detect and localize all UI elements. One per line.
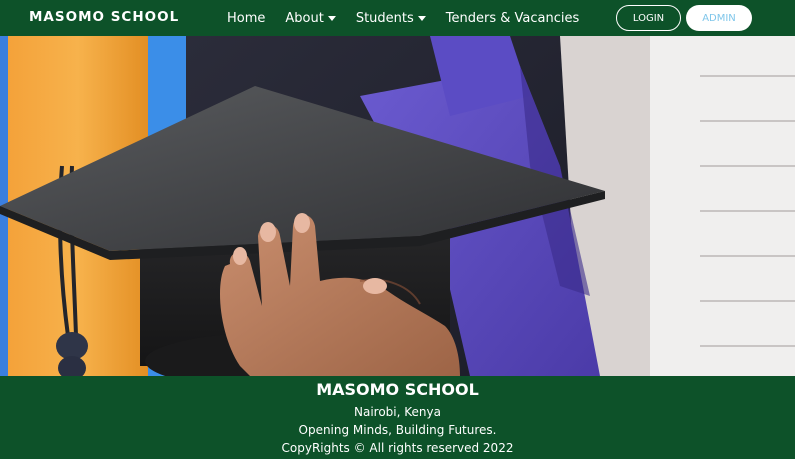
footer-copyright: CopyRights © All rights reserved 2022 [281, 441, 514, 455]
login-button[interactable]: LOGIN [616, 5, 681, 31]
graduation-cap-illustration [0, 36, 795, 376]
footer: MASOMO SCHOOL Nairobi, Kenya Opening Min… [0, 376, 795, 459]
footer-title: MASOMO SCHOOL [316, 380, 479, 399]
login-button-label: LOGIN [632, 12, 665, 24]
caret-down-icon [327, 15, 336, 21]
nav-home-link[interactable]: Home [227, 11, 265, 26]
hero-image [0, 36, 795, 376]
nav-students-dropdown[interactable]: Students [356, 11, 426, 26]
nav-tenders-label: Tenders & Vacancies [445, 10, 580, 26]
footer-location: Nairobi, Kenya [354, 405, 441, 419]
nav-home-label: Home [227, 10, 266, 26]
footer-motto: Opening Minds, Building Futures. [298, 423, 497, 437]
page: MASOMO SCHOOL Home About Students Tender… [0, 0, 795, 459]
nav-tenders-link[interactable]: Tenders & Vacancies [446, 11, 579, 26]
navbar: MASOMO SCHOOL Home About Students Tender… [0, 0, 795, 36]
caret-down-icon [417, 15, 426, 21]
admin-button-label: ADMIN [702, 12, 736, 24]
nav-about-label: About [285, 10, 324, 26]
nav-about-dropdown[interactable]: About [285, 10, 336, 26]
admin-button[interactable]: ADMIN [686, 5, 752, 31]
brand-logo[interactable]: MASOMO SCHOOL [29, 9, 179, 25]
nav-links: Home About Students Tenders & Vacancies [227, 0, 579, 36]
nav-students-label: Students [355, 10, 414, 26]
